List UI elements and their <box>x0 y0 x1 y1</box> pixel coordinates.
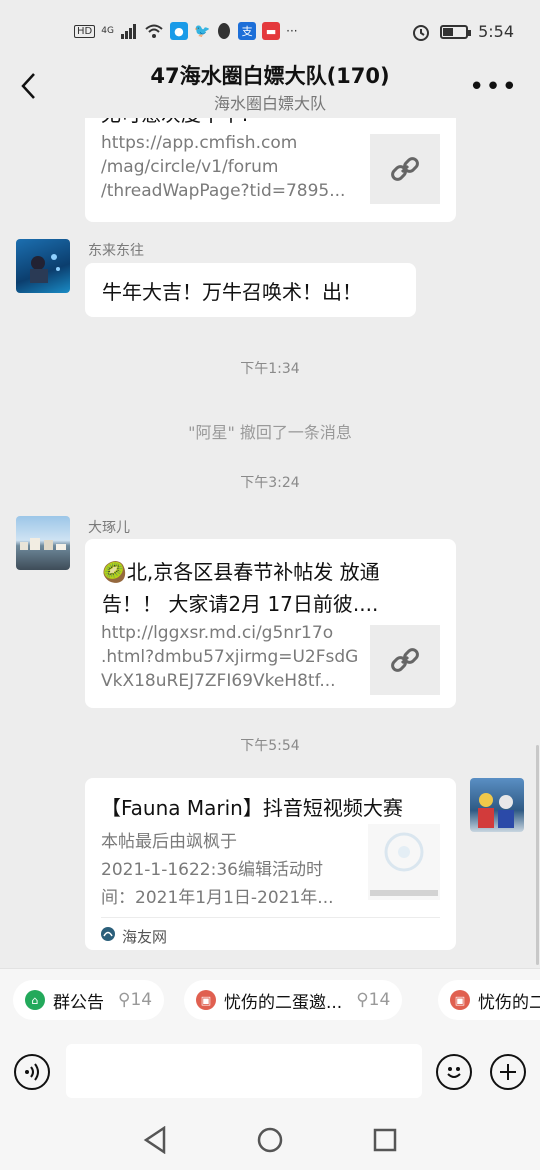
hd-icon: HD <box>74 24 96 38</box>
article-desc-line: 间：2021年1月1日-2021年... <box>101 888 334 908</box>
source-logo-icon <box>101 927 115 941</box>
more-options-icon[interactable]: ••• <box>469 72 518 102</box>
chat-header: 47海水圈白嫖大队(170) 海水圈白嫖大队 ••• <box>0 58 540 120</box>
chip-invite[interactable]: ▣ 忧伤的二蛋 <box>438 980 540 1020</box>
card-divider <box>101 917 440 918</box>
bird-icon: 🐦 <box>193 23 211 39</box>
scrollbar[interactable] <box>536 745 539 965</box>
timestamp: 下午3:24 <box>240 475 300 491</box>
link-card-title: 🥝北,京各区县春节补帖发 放通 <box>102 560 380 584</box>
skiers-photo <box>478 793 514 828</box>
system-nav-bar <box>0 1110 540 1170</box>
announcement-icon: ⌂ <box>25 990 45 1010</box>
link-thumbnail <box>370 134 440 204</box>
status-time: 5:54 <box>478 22 514 41</box>
chip-count: ⚲14 <box>356 990 390 1010</box>
nav-back-icon[interactable] <box>142 1126 168 1154</box>
link-url-line: http://lggxsr.md.ci/g5nr17o <box>101 623 334 643</box>
article-desc-line: 本帖最后由飒枫于 <box>101 832 237 852</box>
link-icon <box>391 157 419 181</box>
city-photo <box>20 538 66 550</box>
link-url-line: VkX18uREJ7ZFI69VkeH8tf... <box>101 671 336 691</box>
avatar[interactable] <box>16 239 70 293</box>
network-4g-icon: 4G <box>101 26 114 36</box>
link-url-line: https://app.cmfish.com <box>101 133 298 153</box>
link-icon <box>391 648 419 672</box>
link-thumbnail <box>370 625 440 695</box>
chip-label: 群公告 <box>53 992 104 1013</box>
article-thumbnail <box>368 824 440 900</box>
recall-notice: "阿星" 撤回了一条消息 <box>188 423 352 442</box>
article-title: 【Fauna Marin】抖音短视频大赛 <box>101 796 403 820</box>
voice-icon <box>25 1063 39 1081</box>
plus-button[interactable] <box>490 1054 526 1090</box>
chat-area[interactable]: 无可惫灰度十华! https://app.cmfish.com /mag/cir… <box>0 118 540 968</box>
more-dots-icon: ··· <box>286 24 298 38</box>
timestamp: 下午5:54 <box>240 738 300 754</box>
voice-button[interactable] <box>14 1054 50 1090</box>
chip-label: 忧伤的二蛋邀... <box>224 992 343 1013</box>
link-card-title: 无可惫灰度十华! <box>101 118 249 126</box>
link-url-line: .html?dmbu57xjirmg=U2FsdG <box>101 647 359 667</box>
alarm-icon <box>413 24 430 41</box>
chip-count: ⚲14 <box>118 990 152 1010</box>
chat-title: 47海水圈白嫖大队(170) <box>150 64 390 88</box>
disc-graphic <box>370 832 438 896</box>
status-bar: HD 4G ● 🐦 支 ▬ ··· 5:54 <box>0 0 540 64</box>
timestamp: 下午1:34 <box>240 361 300 377</box>
gift-icon: ▣ <box>450 990 470 1010</box>
avatar[interactable] <box>470 778 524 832</box>
article-card[interactable]: 【Fauna Marin】抖音短视频大赛 本帖最后由飒枫于 2021-1-162… <box>85 778 456 950</box>
diver-photo <box>30 254 60 283</box>
emoji-button[interactable] <box>436 1054 472 1090</box>
person-icon: ⚲ <box>356 990 369 1010</box>
link-card[interactable]: 无可惫灰度十华! https://app.cmfish.com /mag/cir… <box>85 118 456 222</box>
penguin-icon <box>218 23 231 39</box>
wifi-icon <box>145 24 163 38</box>
avatar[interactable] <box>16 516 70 570</box>
app-icon: ▬ <box>262 22 281 40</box>
person-icon: ⚲ <box>118 990 131 1010</box>
nav-home-icon[interactable] <box>256 1126 284 1154</box>
battery-icon <box>440 24 472 39</box>
article-source: 海友网 <box>122 928 168 946</box>
link-card[interactable]: 🥝北,京各区县春节补帖发 放通 告！！ 大家请2月 17日前彼.... http… <box>85 539 456 708</box>
sender-name: 东来东往 <box>88 243 144 259</box>
chip-group-announcement[interactable]: ⌂ 群公告 ⚲14 <box>13 980 165 1020</box>
app-icon: 支 <box>238 22 257 40</box>
nav-recents-icon[interactable] <box>372 1127 398 1153</box>
chip-invite[interactable]: ▣ 忧伤的二蛋邀... ⚲14 <box>184 980 403 1020</box>
link-url-line: /mag/circle/v1/forum <box>101 157 279 177</box>
article-desc-line: 2021-1-1622:36编辑活动时 <box>101 860 323 880</box>
text-message-bubble[interactable]: 牛年大吉！万牛召唤术！出！ <box>85 263 416 317</box>
link-card-title: 告！！ 大家请2月 17日前彼.... <box>102 592 379 616</box>
chat-subtitle: 海水圈白嫖大队 <box>213 94 326 113</box>
input-bar <box>0 1030 540 1110</box>
plus-icon <box>500 1064 516 1080</box>
app-icon: ● <box>169 22 188 40</box>
status-icons: HD 4G ● 🐦 支 ▬ ··· <box>74 22 298 40</box>
signal-icon <box>120 24 136 39</box>
chip-label: 忧伤的二蛋 <box>478 992 540 1013</box>
sender-name: 大琢儿 <box>88 520 130 536</box>
chip-count-value: 14 <box>368 990 391 1010</box>
message-text: 牛年大吉！万牛召唤术！出！ <box>102 280 362 304</box>
chip-count-value: 14 <box>130 990 153 1010</box>
emoji-icon <box>447 1067 461 1078</box>
gift-icon: ▣ <box>196 990 216 1010</box>
link-url-line: /threadWapPage?tid=7895... <box>101 181 346 201</box>
group-tools-bar: ⌂ 群公告 ⚲14 ▣ 忧伤的二蛋邀... ⚲14 ▣ 忧伤的二蛋 <box>0 968 540 1031</box>
message-input[interactable] <box>66 1044 422 1098</box>
